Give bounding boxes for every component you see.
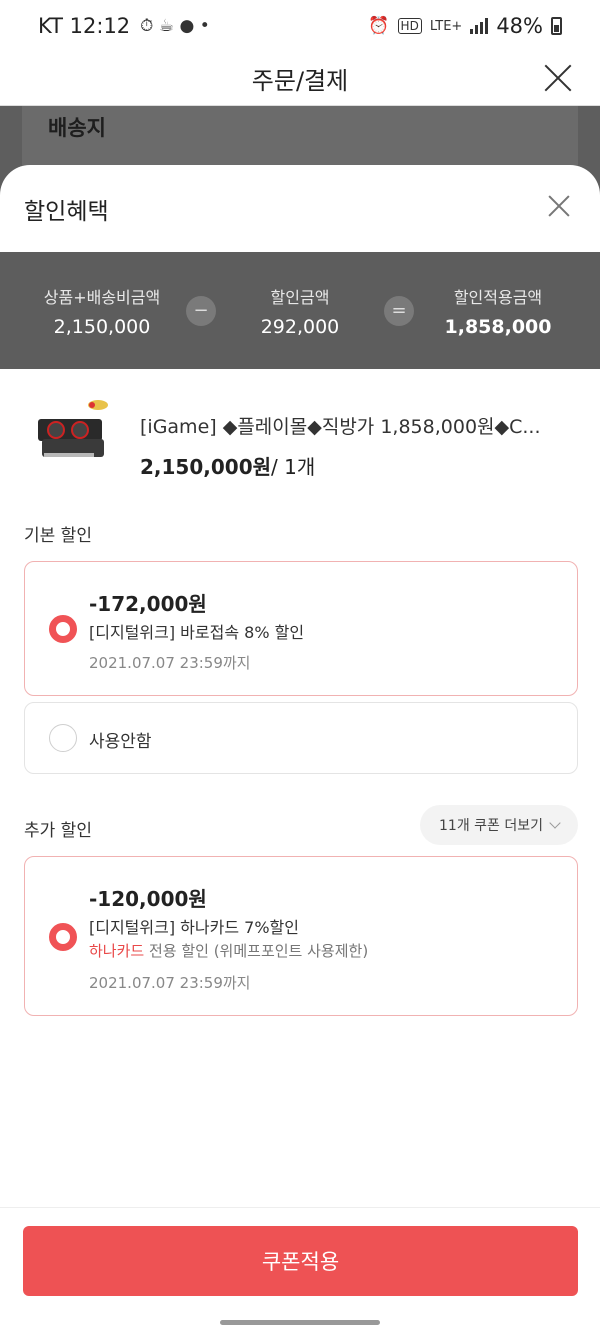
order-header: 주문/결제 <box>0 52 600 106</box>
home-indicator[interactable] <box>220 1320 380 1325</box>
discount-sheet: 할인혜택 상품+배송비금액 2,150,000 − 할인금액 292,000 =… <box>0 165 600 1334</box>
basic-discount-title: 기본 할인 <box>24 526 92 546</box>
coupon-note-text: 전용 할인 (위메프포인트 사용제한) <box>144 942 369 960</box>
sheet-header: 할인혜택 <box>0 165 600 252</box>
more-coupons-button[interactable]: 11개 쿠폰 더보기 <box>420 805 578 845</box>
coupon-expire: 2021.07.07 23:59까지 <box>89 654 251 672</box>
discount-amount-value: 292,000 <box>260 315 340 338</box>
coupon-amount: -172,000원 <box>89 592 207 616</box>
address-section-title: 배송지 <box>48 116 106 140</box>
product-image <box>34 397 110 473</box>
product-name: [iGame] ◆플레이몰◆직방가 1,858,000원◆C... <box>140 416 541 438</box>
sheet-title: 할인혜택 <box>24 198 109 225</box>
basic-coupon-option[interactable]: -172,000원 [디지털위크] 바로접속 8% 할인 2021.07.07 … <box>24 561 578 696</box>
card-name-highlight: 하나카드 <box>89 942 145 960</box>
final-amount-label: 할인적용금액 <box>453 287 543 307</box>
radio-selected-icon[interactable] <box>49 923 77 951</box>
coupon-note: 하나카드 전용 할인 (위메프포인트 사용제한) <box>89 940 368 961</box>
close-icon[interactable] <box>540 60 576 96</box>
radio-unselected-icon[interactable] <box>49 724 77 752</box>
signal-icon <box>470 18 489 34</box>
footer-divider <box>0 1207 600 1208</box>
discount-amount-label: 할인금액 <box>270 287 330 307</box>
more-coupons-label: 11개 쿠폰 더보기 <box>439 818 543 834</box>
extra-coupon-option[interactable]: -120,000원 [디지털위크] 하나카드 7%할인 하나카드 전용 할인 (… <box>24 856 578 1016</box>
final-amount-value: 1,858,000 <box>444 315 552 338</box>
final-amount: 할인적용금액 1,858,000 <box>436 284 560 338</box>
battery-icon <box>551 17 562 35</box>
discount-amount: 할인금액 292,000 <box>238 284 362 338</box>
coupon-expire: 2021.07.07 23:59까지 <box>89 974 251 992</box>
alarm-icon: ⏰ <box>368 16 390 36</box>
radio-selected-icon[interactable] <box>49 615 77 643</box>
price-summary: 상품+배송비금액 2,150,000 − 할인금액 292,000 = 할인적용… <box>0 252 600 369</box>
coupon-amount: -120,000원 <box>89 887 207 911</box>
network-label: LTE+ <box>429 18 463 34</box>
product-price: 2,150,000원/ 1개 <box>140 451 315 480</box>
close-icon[interactable] <box>548 195 570 217</box>
coupon-name: [디지털위크] 하나카드 7%할인 <box>89 918 299 937</box>
status-time: KT 12:12 <box>38 14 131 38</box>
notification-icons: ⏱ ☕ ● • <box>140 16 210 36</box>
no-coupon-label: 사용안함 <box>89 732 152 752</box>
hd-label: HD <box>397 18 422 34</box>
no-coupon-option[interactable]: 사용안함 <box>24 702 578 774</box>
items-amount-value: 2,150,000 <box>53 315 151 338</box>
battery-percent: 48% <box>496 14 543 38</box>
equals-icon: = <box>384 295 414 326</box>
items-amount: 상품+배송비금액 2,150,000 <box>40 284 164 338</box>
minus-icon: − <box>186 295 216 326</box>
product-qty: / 1개 <box>271 455 316 479</box>
items-amount-label: 상품+배송비금액 <box>43 287 161 307</box>
extra-discount-title: 추가 할인 <box>24 821 92 841</box>
product-price-value: 2,150,000원 <box>140 455 272 479</box>
product-row: [iGame] ◆플레이몰◆직방가 1,858,000원◆C... 2,150,… <box>0 369 600 489</box>
order-title: 주문/결제 <box>251 67 349 95</box>
chevron-down-icon <box>549 817 561 829</box>
coupon-name: [디지털위크] 바로접속 8% 할인 <box>89 623 305 642</box>
apply-coupon-button[interactable]: 쿠폰적용 <box>23 1226 578 1296</box>
status-bar: KT 12:12 ⏱ ☕ ● • ⏰ HD LTE+ 48% <box>0 0 600 52</box>
